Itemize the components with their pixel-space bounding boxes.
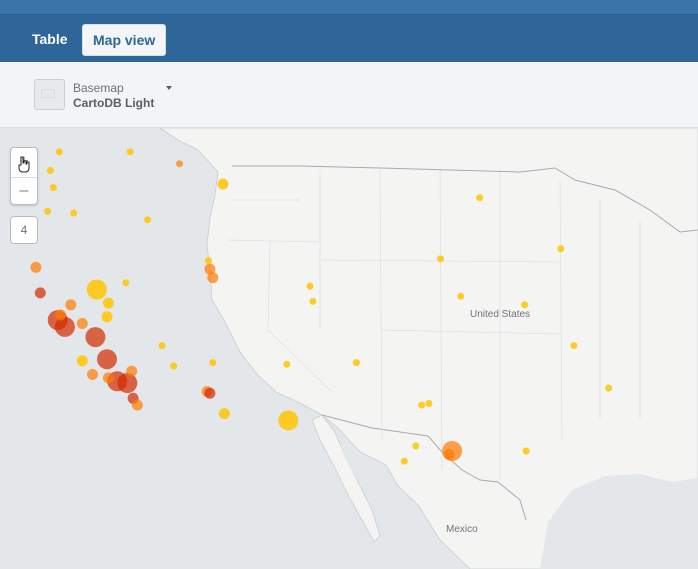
map-point[interactable] [97,349,117,370]
map-point[interactable] [126,365,138,377]
map-point[interactable] [65,299,77,311]
map-point[interactable] [102,372,114,384]
map-point[interactable] [352,359,360,367]
map-point[interactable] [49,184,57,191]
map-point[interactable] [218,408,230,420]
map-point[interactable] [46,167,54,174]
map-point[interactable] [126,148,134,156]
map-point[interactable] [522,447,530,455]
map-point[interactable] [55,148,63,156]
map-point[interactable] [605,384,613,392]
map-canvas[interactable]: United States Mexico [0,128,698,569]
map-point[interactable] [122,279,130,287]
tab-map-view[interactable]: Map view [82,24,167,56]
map-point[interactable] [85,327,106,348]
zoom-out-button[interactable]: – [11,177,37,206]
map-point[interactable] [412,442,420,450]
map-point[interactable] [102,297,114,309]
map-point[interactable] [176,160,183,168]
map-point[interactable] [418,401,426,409]
map-point[interactable] [158,342,166,350]
map-point[interactable] [30,261,42,273]
map-point[interactable] [283,360,291,368]
map-point[interactable] [209,359,217,367]
map-point[interactable] [570,342,578,350]
map-toolbar: Basemap CartoDB Light [0,62,698,128]
map-point[interactable] [457,292,465,300]
map-point[interactable] [44,207,52,215]
map-point[interactable] [309,297,317,305]
hand-cursor-icon [18,156,30,173]
map-point[interactable] [170,362,178,370]
map-point[interactable] [557,245,565,253]
map-point[interactable] [521,301,529,309]
map-point[interactable] [400,457,408,465]
map-point[interactable] [86,279,107,300]
map-point[interactable] [76,318,88,329]
top-strip [0,0,698,14]
map-point[interactable] [205,257,212,265]
tab-table[interactable]: Table [22,24,78,54]
label-united-states: United States [470,309,530,320]
view-tabs: Table Map view [0,14,698,62]
map-point[interactable] [34,287,46,299]
label-mexico: Mexico [446,524,478,535]
map-point[interactable] [204,387,216,399]
map-point[interactable] [476,194,484,202]
zoom-level-indicator: 4 [10,216,38,244]
map-point[interactable] [278,410,299,431]
map-svg: United States Mexico [0,128,698,569]
map-point[interactable] [87,369,98,380]
chevron-down-icon[interactable] [166,86,172,90]
map-point[interactable] [70,209,78,217]
map-point[interactable] [217,178,229,190]
basemap-label: Basemap [73,81,124,95]
map-point[interactable] [144,216,152,224]
basemap-thumbnail[interactable] [34,79,65,110]
basemap-selector[interactable]: CartoDB Light [73,96,154,110]
map-point[interactable] [101,311,113,323]
map-point[interactable] [54,316,75,337]
map-point[interactable] [425,399,433,407]
map-point[interactable] [131,399,143,411]
map-point[interactable] [207,272,219,284]
map-point[interactable] [437,255,444,263]
map-point[interactable] [76,355,88,367]
map-point[interactable] [306,282,314,290]
map-point[interactable] [117,373,138,393]
map-point[interactable] [442,441,463,461]
map-point[interactable] [55,309,67,321]
